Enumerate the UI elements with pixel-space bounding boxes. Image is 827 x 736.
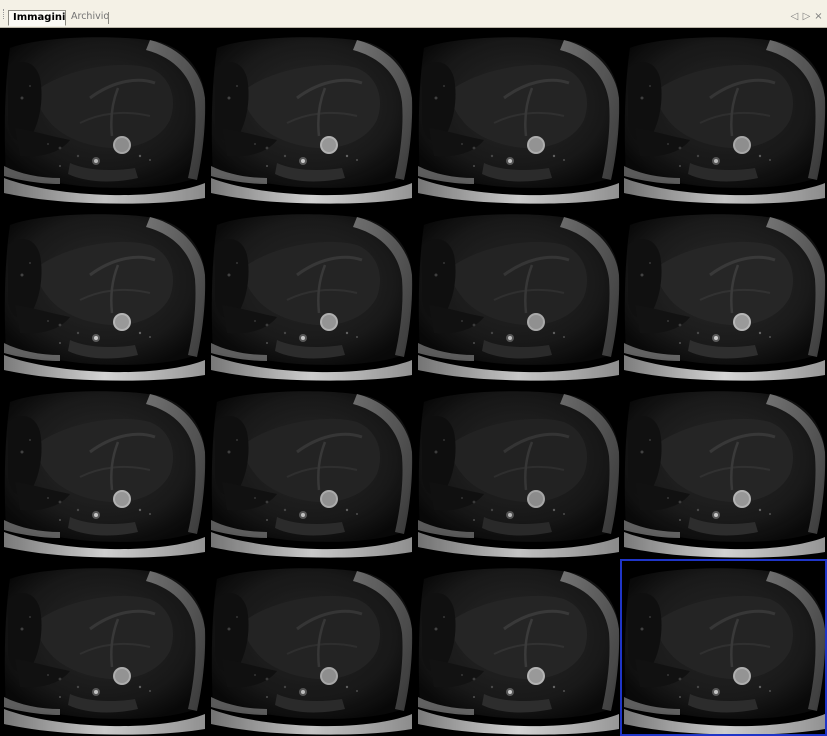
- image-thumbnail[interactable]: [620, 382, 827, 559]
- image-thumbnail[interactable]: [207, 559, 414, 736]
- mri-image: [0, 382, 207, 559]
- scroll-right-icon[interactable]: ▷: [802, 10, 811, 24]
- thumbnail-grid: [0, 28, 827, 736]
- image-thumbnail[interactable]: [414, 28, 621, 205]
- tab-archivio[interactable]: Archivio: [67, 10, 113, 26]
- mri-image: [207, 559, 414, 736]
- mri-image: [414, 205, 621, 382]
- image-thumbnail[interactable]: [0, 28, 207, 205]
- mri-image: [207, 28, 414, 205]
- image-thumbnail[interactable]: [620, 559, 827, 736]
- tab-bar: Immagini Archivio ◁ ▷ ×: [0, 0, 827, 28]
- mri-image: [620, 382, 827, 559]
- mri-image: [0, 205, 207, 382]
- image-thumbnail[interactable]: [0, 559, 207, 736]
- close-icon[interactable]: ×: [814, 10, 823, 24]
- mri-image: [0, 559, 207, 736]
- mri-image: [620, 559, 827, 736]
- image-thumbnail[interactable]: [414, 382, 621, 559]
- mri-image: [414, 559, 621, 736]
- image-thumbnail[interactable]: [620, 205, 827, 382]
- mri-image: [0, 28, 207, 205]
- image-thumbnail[interactable]: [414, 205, 621, 382]
- image-thumbnail[interactable]: [414, 559, 621, 736]
- mri-image: [414, 28, 621, 205]
- image-thumbnail[interactable]: [0, 205, 207, 382]
- tab-divider: [108, 12, 109, 24]
- mri-image: [620, 28, 827, 205]
- mri-image: [414, 382, 621, 559]
- mri-image: [207, 382, 414, 559]
- image-thumbnail[interactable]: [0, 382, 207, 559]
- mri-image: [620, 205, 827, 382]
- scroll-left-icon[interactable]: ◁: [790, 10, 799, 24]
- image-thumbnail[interactable]: [207, 382, 414, 559]
- mri-image: [207, 205, 414, 382]
- image-viewer-window: Immagini Archivio ◁ ▷ ×: [0, 0, 827, 736]
- image-thumbnail[interactable]: [620, 28, 827, 205]
- image-thumbnail[interactable]: [207, 28, 414, 205]
- image-thumbnail[interactable]: [207, 205, 414, 382]
- tab-controls: ◁ ▷ ×: [790, 10, 823, 24]
- tab-immagini[interactable]: Immagini: [8, 10, 66, 26]
